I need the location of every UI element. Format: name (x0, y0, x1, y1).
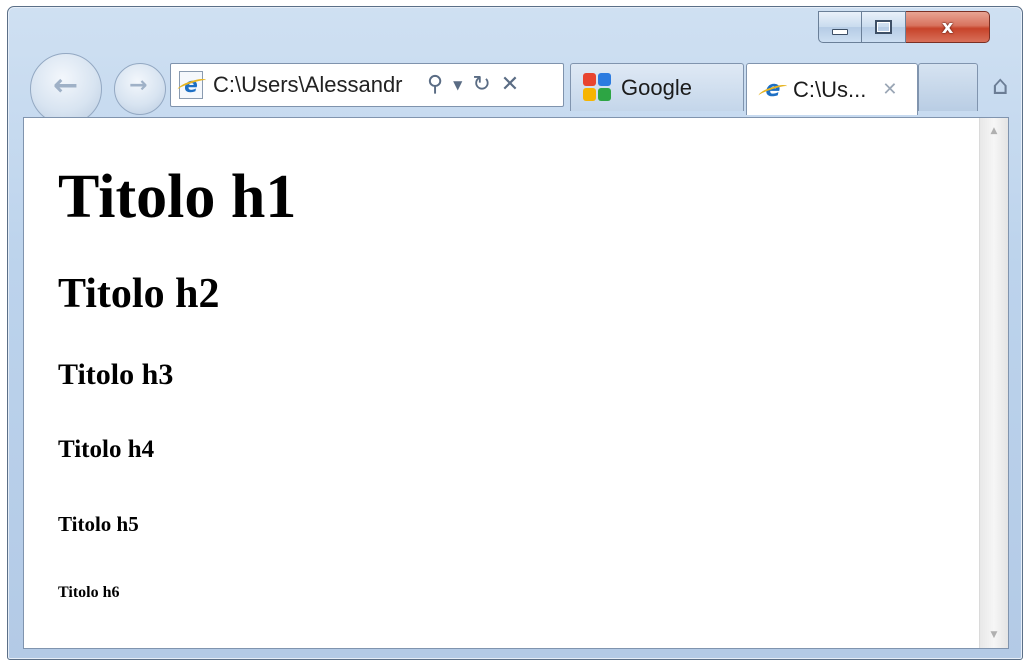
back-arrow-icon: ← (53, 68, 79, 103)
stop-icon[interactable]: ✕ (501, 74, 519, 96)
close-icon: x (941, 16, 954, 38)
address-tools: ⚲ ▼ ↻ ✕ (427, 74, 519, 96)
forward-button[interactable]: → (114, 63, 166, 115)
caption-buttons: x (818, 11, 990, 43)
heading-h1: Titolo h1 (58, 163, 297, 231)
ie-icon: e (761, 77, 785, 102)
heading-h2: Titolo h2 (58, 271, 220, 317)
new-tab-button[interactable] (918, 63, 978, 111)
tab-google[interactable]: Google (570, 63, 744, 111)
browser-window: x ← → e C:\Users\Alessandr ⚲ ▼ ↻ ✕ Googl… (7, 6, 1023, 660)
home-icon[interactable]: ⌂ (992, 73, 1018, 99)
close-tab-icon[interactable]: ✕ (882, 79, 897, 100)
forward-arrow-icon: → (129, 73, 148, 98)
tab-label: Google (621, 74, 692, 100)
dropdown-icon[interactable]: ▼ (453, 79, 462, 91)
google-icon (583, 72, 613, 103)
minimize-button[interactable] (818, 11, 862, 43)
close-button[interactable]: x (906, 11, 990, 43)
heading-h3: Titolo h3 (58, 358, 174, 391)
heading-h4: Titolo h4 (58, 436, 155, 463)
maximize-icon (875, 20, 892, 34)
vertical-scrollbar[interactable]: ▲ ▼ (979, 118, 1008, 648)
url-text[interactable]: C:\Users\Alessandr (213, 72, 421, 98)
refresh-icon[interactable]: ↻ (472, 74, 490, 96)
content-frame: Titolo h1 Titolo h2 Titolo h3 Titolo h4 … (23, 117, 1009, 649)
ie-page-icon: e (179, 71, 203, 99)
heading-h5: Titolo h5 (58, 512, 139, 536)
tab-current-page[interactable]: e C:\Us... ✕ (746, 63, 918, 115)
search-icon[interactable]: ⚲ (427, 74, 443, 96)
heading-h6: Titolo h6 (58, 584, 120, 601)
back-button[interactable]: ← (30, 53, 102, 125)
maximize-button[interactable] (862, 11, 906, 43)
page-content: Titolo h1 Titolo h2 Titolo h3 Titolo h4 … (24, 118, 982, 648)
scroll-up-icon[interactable]: ▲ (980, 120, 1008, 142)
tab-label: C:\Us... (793, 76, 867, 102)
scroll-down-icon[interactable]: ▼ (980, 624, 1008, 646)
minimize-icon (832, 29, 848, 35)
address-bar[interactable]: e C:\Users\Alessandr ⚲ ▼ ↻ ✕ (170, 63, 564, 107)
